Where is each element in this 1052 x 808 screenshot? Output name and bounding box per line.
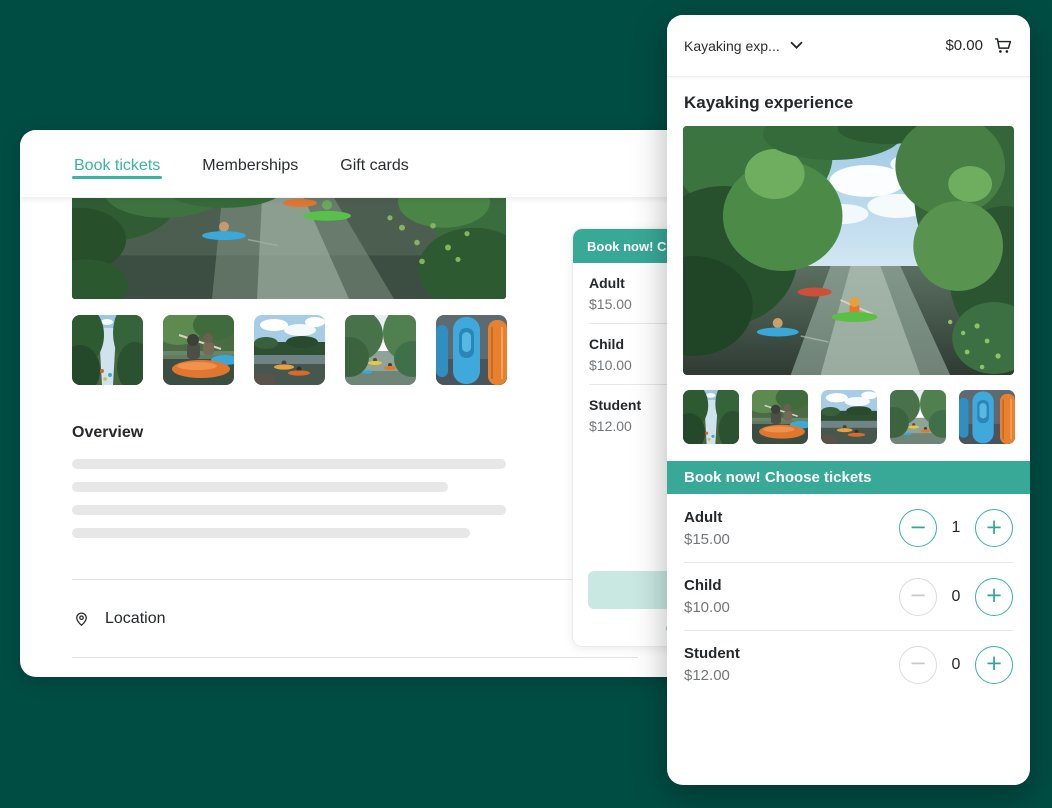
ticket-price: $12.00 <box>684 667 740 684</box>
adult-quantity: 1 <box>948 519 964 537</box>
active-tab-underline <box>72 176 162 179</box>
tab-book-tickets[interactable]: Book tickets <box>72 135 162 193</box>
checkout-panel: Kayaking exp... $0.00 Kayaking experienc… <box>667 15 1030 785</box>
quantity-stepper: − 0 + <box>899 578 1013 616</box>
decrease-student-button[interactable]: − <box>899 646 937 684</box>
ticket-row-child: Child $10.00 − 0 + <box>684 562 1013 630</box>
thumbnail-river-group[interactable] <box>890 390 946 444</box>
increase-student-button[interactable]: + <box>975 646 1013 684</box>
minus-icon: − <box>909 517 927 538</box>
skeleton-line <box>72 505 506 515</box>
thumbnail-kayaks[interactable] <box>959 390 1015 444</box>
thumbnail-river[interactable] <box>683 390 739 444</box>
ticket-price: $10.00 <box>684 599 730 616</box>
tab-bar: Book tickets Memberships Gift cards <box>20 130 690 197</box>
photo-thumbnails <box>72 315 638 385</box>
event-main-photo[interactable] <box>72 198 506 299</box>
thumbnail-lake[interactable] <box>254 315 325 385</box>
map-pin-icon <box>72 609 91 628</box>
tab-memberships-label: Memberships <box>202 157 298 174</box>
minus-icon: − <box>909 585 927 606</box>
quantity-stepper: − 0 + <box>899 646 1013 684</box>
chevron-down-icon <box>790 41 803 50</box>
thumbnail-paddlers[interactable] <box>163 315 234 385</box>
decrease-child-button[interactable]: − <box>899 578 937 616</box>
thumbnail-kayaks[interactable] <box>436 315 507 385</box>
minus-icon: − <box>909 653 927 674</box>
skeleton-line <box>72 459 506 469</box>
plus-icon: + <box>985 653 1003 674</box>
checkout-panel-header: Kayaking exp... $0.00 <box>667 15 1030 77</box>
thumbnail-river[interactable] <box>72 315 143 385</box>
child-quantity: 0 <box>948 588 964 606</box>
cart-total: $0.00 <box>945 37 983 54</box>
increase-adult-button[interactable]: + <box>975 509 1013 547</box>
thumbnail-paddlers[interactable] <box>752 390 808 444</box>
increase-child-button[interactable]: + <box>975 578 1013 616</box>
tab-book-tickets-label: Book tickets <box>74 157 160 174</box>
thumbnail-river-group[interactable] <box>345 315 416 385</box>
location-label: Location <box>105 610 623 628</box>
ticket-name: Student <box>684 645 740 662</box>
product-selector-dropdown[interactable]: Kayaking exp... <box>684 38 803 54</box>
tab-memberships[interactable]: Memberships <box>200 135 300 193</box>
cart-icon <box>992 35 1013 56</box>
tab-gift-cards[interactable]: Gift cards <box>338 135 410 193</box>
skeleton-line <box>72 482 448 492</box>
experience-main-photo[interactable] <box>683 126 1014 375</box>
experience-title: Kayaking experience <box>684 93 1013 113</box>
location-accordion[interactable]: Location <box>72 580 638 657</box>
tab-gift-cards-label: Gift cards <box>340 157 408 174</box>
photo-thumbnails <box>683 390 1014 444</box>
plus-icon: + <box>985 517 1003 538</box>
student-quantity: 0 <box>948 656 964 674</box>
quantity-stepper: − 1 + <box>899 509 1013 547</box>
ticket-row-adult: Adult $15.00 − 1 + <box>684 494 1013 562</box>
plus-icon: + <box>985 585 1003 606</box>
section-divider <box>72 657 638 658</box>
book-now-banner: Book now! Choose tickets <box>667 461 1030 494</box>
product-selector-value: Kayaking exp... <box>684 38 780 54</box>
decrease-adult-button[interactable]: − <box>899 509 937 547</box>
ticket-price: $15.00 <box>684 531 730 548</box>
overview-heading: Overview <box>72 424 638 442</box>
ticket-name: Adult <box>684 509 730 526</box>
ticket-row-student: Student $12.00 − 0 + <box>684 630 1013 698</box>
thumbnail-lake[interactable] <box>821 390 877 444</box>
skeleton-line <box>72 528 470 538</box>
ticket-name: Child <box>684 577 730 594</box>
cart-summary[interactable]: $0.00 <box>945 35 1013 56</box>
